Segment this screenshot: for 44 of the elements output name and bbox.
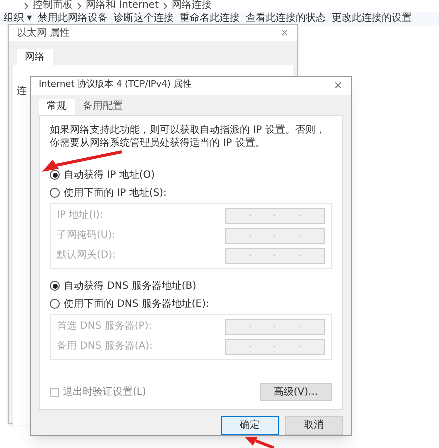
- toolbar-button[interactable]: 禁用此网络设备: [38, 13, 108, 25]
- ip-address-field[interactable]: [225, 228, 325, 244]
- arrow-drawing: [244, 437, 276, 448]
- field-label: IP 地址(I):: [57, 208, 104, 224]
- tab[interactable]: 网络: [17, 49, 53, 65]
- ip-address-field[interactable]: [225, 248, 325, 264]
- window-title: 以太网 属性: [17, 26, 70, 40]
- breadcrumb-item[interactable]: 控制面板: [33, 0, 73, 12]
- checkbox-label: 退出时验证设置(L): [63, 386, 146, 400]
- advanced-button[interactable]: 高级(V)...: [260, 383, 332, 401]
- radio-button[interactable]: [50, 299, 60, 310]
- close-button[interactable]: ×: [280, 26, 289, 40]
- radio-label: 自动获得 IP 地址(O): [64, 168, 156, 183]
- dialog-button[interactable]: 取消: [285, 416, 343, 435]
- radio-label: 自动获得 DNS 服务器地址(B): [64, 280, 197, 294]
- field-label: 备用 DNS 服务器(A):: [57, 340, 153, 354]
- dialog-button[interactable]: 确定: [221, 416, 279, 435]
- radio-button[interactable]: [50, 188, 60, 198]
- chevron-icon: [162, 2, 168, 10]
- window-title: Internet 协议版本 4 (TCP/IPv4) 属性: [39, 79, 192, 92]
- radio-label: 使用下面的 IP 地址(S):: [64, 186, 167, 201]
- tab[interactable]: 常规: [39, 98, 75, 115]
- field-label: 子网掩码(U):: [57, 229, 116, 244]
- close-button[interactable]: ×: [334, 78, 343, 94]
- chevron-icon: [24, 2, 29, 10]
- toolbar-button[interactable]: 诊断这个连接: [114, 13, 174, 25]
- toolbar-button[interactable]: 重命名此连接: [180, 13, 240, 25]
- ip-address-field[interactable]: [225, 208, 325, 224]
- field-label: 默认网关(D):: [57, 248, 116, 264]
- description-text: 如果网络支持此功能，则可以获取自动指派的 IP 设置。否则，你需要从网络系统管理员处获得适当的 IP 设置。: [50, 124, 326, 150]
- ip-address-field[interactable]: [225, 318, 325, 335]
- field-label: 首选 DNS 服务器(P):: [57, 320, 152, 334]
- partial-text: 连: [17, 86, 27, 97]
- toolbar-button[interactable]: 组织 ▾: [4, 13, 32, 25]
- radio-button[interactable]: [50, 281, 60, 292]
- chevron-icon: [77, 2, 82, 10]
- toolbar-button[interactable]: 更改此连接的设置: [332, 13, 412, 25]
- ip-address-field[interactable]: [225, 338, 325, 355]
- tab[interactable]: 备用配置: [75, 98, 131, 115]
- radio-button[interactable]: [50, 170, 60, 180]
- toolbar-button[interactable]: 查看此连接的状态: [246, 13, 326, 25]
- breadcrumb-item[interactable]: 网络连接: [172, 0, 212, 12]
- radio-label: 使用下面的 DNS 服务器地址(E):: [64, 298, 210, 312]
- breadcrumb-item[interactable]: 网络和 Internet: [86, 0, 159, 12]
